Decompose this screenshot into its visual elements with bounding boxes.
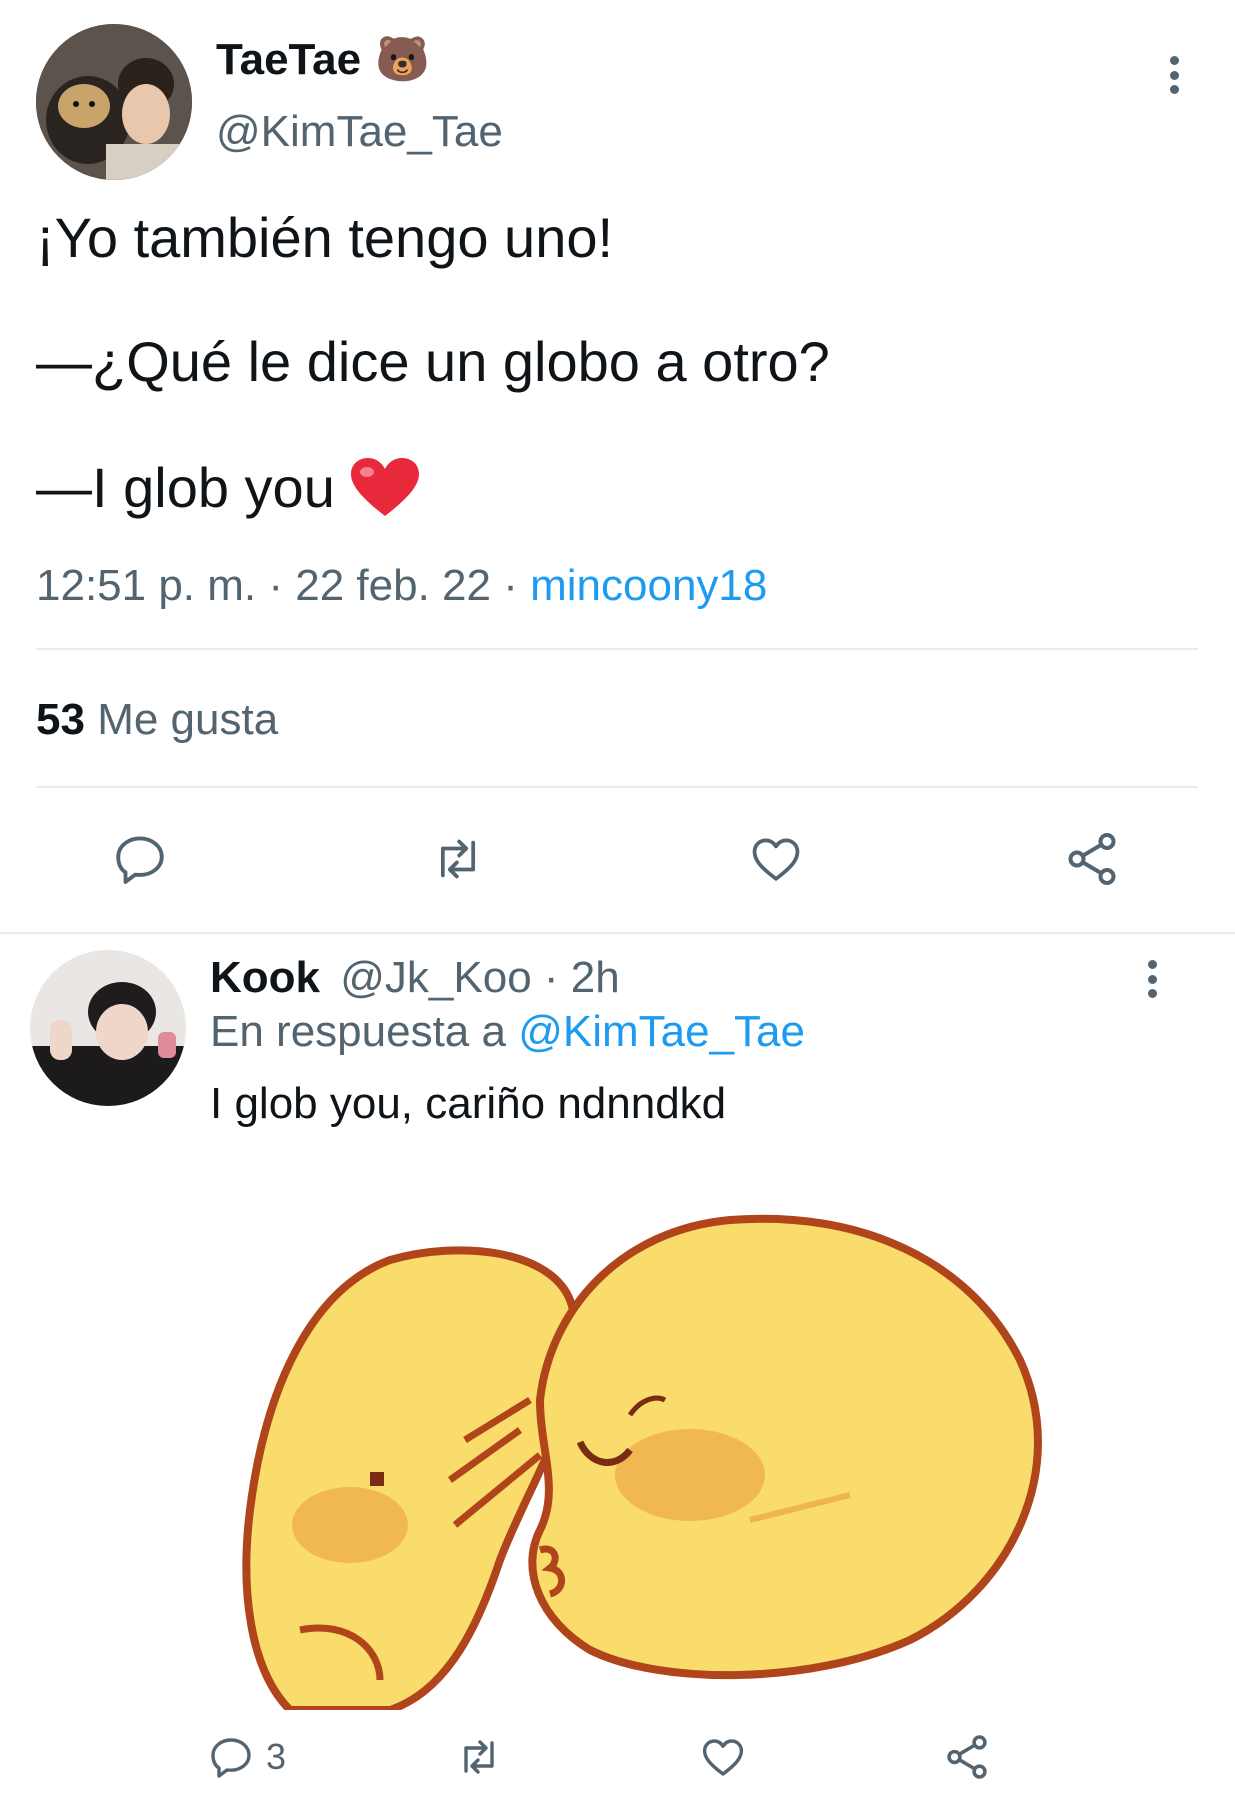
tweet-text-line-3: —I glob you ❤️ [36,456,421,520]
avatar[interactable] [30,950,186,1106]
reply-button[interactable] [100,826,180,892]
share-icon [1068,833,1116,885]
user-handle[interactable]: @KimTae_Tae [216,108,503,156]
bear-emoji: 🐻 [375,35,430,84]
replying-to-prefix: En respuesta a [210,1007,506,1056]
share-icon [947,1735,987,1779]
retweet-icon [464,1740,494,1774]
divider [0,932,1235,934]
like-button[interactable] [690,1730,756,1784]
retweet-button[interactable] [446,1730,512,1784]
share-button[interactable] [934,1730,1000,1784]
tweet-source[interactable]: mincoony18 [530,561,767,610]
like-icon [752,838,800,881]
like-icon [702,1739,744,1776]
more-options-icon[interactable] [1146,960,1158,998]
likes-label: Me gusta [97,695,279,744]
user-handle[interactable]: @Jk_Koo [340,953,531,1002]
divider [36,786,1198,788]
avatar-photo [30,950,186,1106]
display-name[interactable]: Kook [210,953,320,1002]
reply-count: 3 [266,1736,287,1777]
replying-to: En respuesta a @KimTae_Tae [210,1008,805,1056]
retweet-icon [440,839,476,879]
replying-to-handle[interactable]: @KimTae_Tae [518,1007,805,1056]
retweet-button[interactable] [418,826,498,892]
likes-summary[interactable]: 53 Me gusta [36,696,278,744]
tweet-text-line-1: ¡Yo también tengo uno! [36,206,614,269]
avatar[interactable] [36,24,192,180]
reply-time[interactable]: · 2h [544,953,620,1002]
heart-emoji [350,458,419,516]
avatar-photo [36,24,192,180]
like-button[interactable] [736,826,816,892]
reply-icon [116,836,164,884]
meta-separator-2: · [503,561,518,610]
tweet-text-line-2: —¿Qué le dice un globo a otro? [36,330,830,393]
tweet-time[interactable]: 12:51 p. m. [36,561,256,610]
share-button[interactable] [1052,826,1132,892]
meta-separator-1: · [268,561,284,610]
reply-text: I glob you, cariño ndnndkd [210,1079,727,1128]
reply-icon [211,1738,251,1778]
tweet-date[interactable]: 22 feb. 22 [295,561,491,610]
divider [36,648,1198,650]
more-options-icon[interactable] [1168,56,1180,94]
likes-count: 53 [36,695,85,744]
display-name[interactable]: TaeTae 🐻 [216,36,430,84]
reply-header: Kook @Jk_Koo · 2h [210,954,620,1002]
tweet-text-line-3-text: —I glob you [36,456,335,519]
kissing-chicks-image [242,1214,1042,1710]
display-name-text: TaeTae [216,35,362,84]
tweet-meta: 12:51 p. m. · 22 feb. 22 · mincoony18 [36,562,767,610]
reply-button[interactable]: 3 [206,1730,316,1784]
attached-image[interactable] [210,1150,1200,1710]
